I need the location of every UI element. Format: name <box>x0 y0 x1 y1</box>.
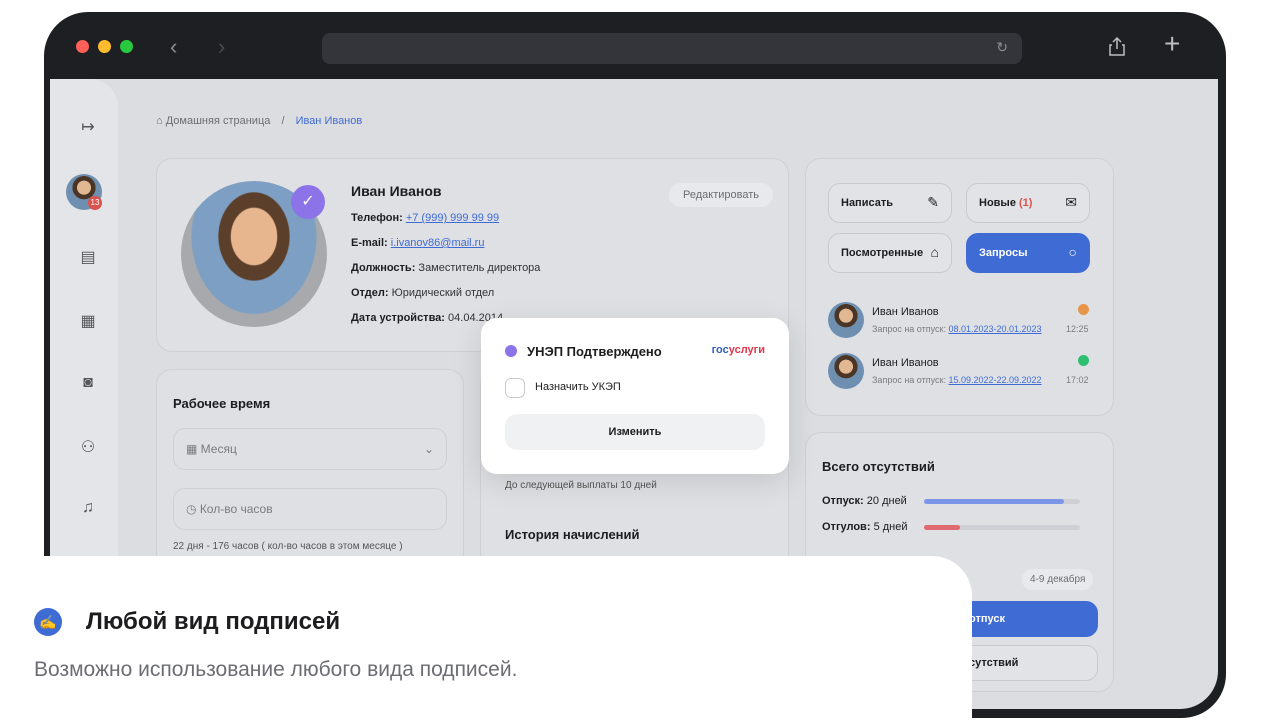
avatar <box>828 353 864 389</box>
feature-description: Возможно использование любого вида подпи… <box>34 658 518 681</box>
messages-card: Написать ✎ Новые (1) ✉ Посмотренные ⌂ Запро… <box>805 158 1114 416</box>
chevron-right-icon[interactable]: › <box>218 34 225 60</box>
viewed-button[interactable]: Посмотренные ⌂ <box>828 233 952 273</box>
address-bar[interactable]: ↻ <box>322 33 1022 64</box>
absences-title: Всего отсутствий <box>822 459 935 474</box>
money-icon[interactable]: ◙ <box>78 374 98 394</box>
work-time-title: Рабочее время <box>173 396 271 411</box>
absence-button[interactable]: сутствий <box>956 645 1098 681</box>
new-button[interactable]: Новые (1) ✉ <box>966 183 1090 223</box>
hours-summary: 22 дня - 176 часов ( кол-во часов в этом… <box>173 541 403 552</box>
home-icon[interactable]: ⌂ <box>156 115 163 127</box>
date-range-badge: 4-9 декабря <box>1022 569 1094 590</box>
next-payment: До следующей выплаты 10 дней <box>505 480 657 491</box>
close-window-button[interactable] <box>76 40 89 53</box>
dayoff-progress <box>924 525 1080 530</box>
ukep-checkbox[interactable] <box>505 378 525 398</box>
phone-link[interactable]: +7 (999) 999 99 99 <box>406 212 499 224</box>
ukep-label: Назначить УКЭП <box>535 381 621 393</box>
envelope-icon: ✉ <box>1065 194 1077 210</box>
users-icon[interactable]: ⚇ <box>78 437 98 457</box>
chevron-down-icon: ⌄ <box>423 442 434 456</box>
vacation-button[interactable]: отпуск <box>956 601 1098 637</box>
history-title: История начислений <box>505 527 640 542</box>
document-icon[interactable]: ▤ <box>78 247 98 267</box>
write-button[interactable]: Написать ✎ <box>828 183 952 223</box>
avatar <box>828 302 864 338</box>
period-select[interactable]: ▦ Месяц ⌄ <box>173 428 447 470</box>
list-item[interactable]: Иван Иванов Запрос на отпуск: 08.01.2023… <box>828 302 1089 342</box>
envelope-open-icon: ⌂ <box>930 244 939 260</box>
maximize-window-button[interactable] <box>120 40 133 53</box>
position-value: Заместитель директора <box>418 262 541 274</box>
feature-card <box>0 556 972 724</box>
minimize-window-button[interactable] <box>98 40 111 53</box>
browser-toolbar: ‹ › ↻ + <box>44 12 1226 79</box>
breadcrumb-home[interactable]: Домашняя страница <box>166 115 271 127</box>
verified-icon: ✓ <box>291 185 325 219</box>
gosuslugi-logo: госуслуги <box>711 344 765 356</box>
signature-popup: УНЭП Подтверждено госуслуги Назначить УК… <box>481 318 789 474</box>
clock-icon: ◷ <box>186 502 200 516</box>
dept-value: Юридический отдел <box>391 287 495 299</box>
pending-status-icon <box>1078 304 1089 315</box>
calendar-icon: ▦ <box>186 442 201 456</box>
profile-name: Иван Иванов <box>351 183 442 199</box>
requests-button[interactable]: Запросы ○ <box>966 233 1090 273</box>
hours-input[interactable]: ◷ Кол-во часов <box>173 488 447 530</box>
approved-status-icon <box>1078 355 1089 366</box>
pencil-icon: ✎ <box>927 194 939 210</box>
signature-icon: ✍ <box>34 608 62 636</box>
plus-icon[interactable]: + <box>1164 28 1180 60</box>
feature-title: Любой вид подписей <box>86 608 341 635</box>
bell-icon[interactable]: ♫ <box>78 499 98 519</box>
list-item[interactable]: Иван Иванов Запрос на отпуск: 15.09.2022… <box>828 353 1089 393</box>
popup-title: УНЭП Подтверждено <box>527 344 662 359</box>
chat-icon: ○ <box>1068 244 1077 260</box>
chevron-left-icon[interactable]: ‹ <box>170 34 177 60</box>
edit-button[interactable]: Редактировать <box>669 183 773 207</box>
breadcrumb-current: Иван Иванов <box>295 115 363 127</box>
share-icon[interactable] <box>1109 36 1125 56</box>
breadcrumb: ⌂ Домашняя страница / Иван Иванов <box>156 115 363 127</box>
calendar-icon[interactable]: ▦ <box>78 311 98 331</box>
reload-icon[interactable]: ↻ <box>996 39 1008 56</box>
vacation-progress <box>924 499 1080 504</box>
email-link[interactable]: i.ivanov86@mail.ru <box>391 237 485 249</box>
verified-icon <box>505 345 517 357</box>
logout-icon[interactable]: ↦ <box>78 117 98 137</box>
change-button[interactable]: Изменить <box>505 414 765 450</box>
notification-badge: 13 <box>88 196 102 210</box>
